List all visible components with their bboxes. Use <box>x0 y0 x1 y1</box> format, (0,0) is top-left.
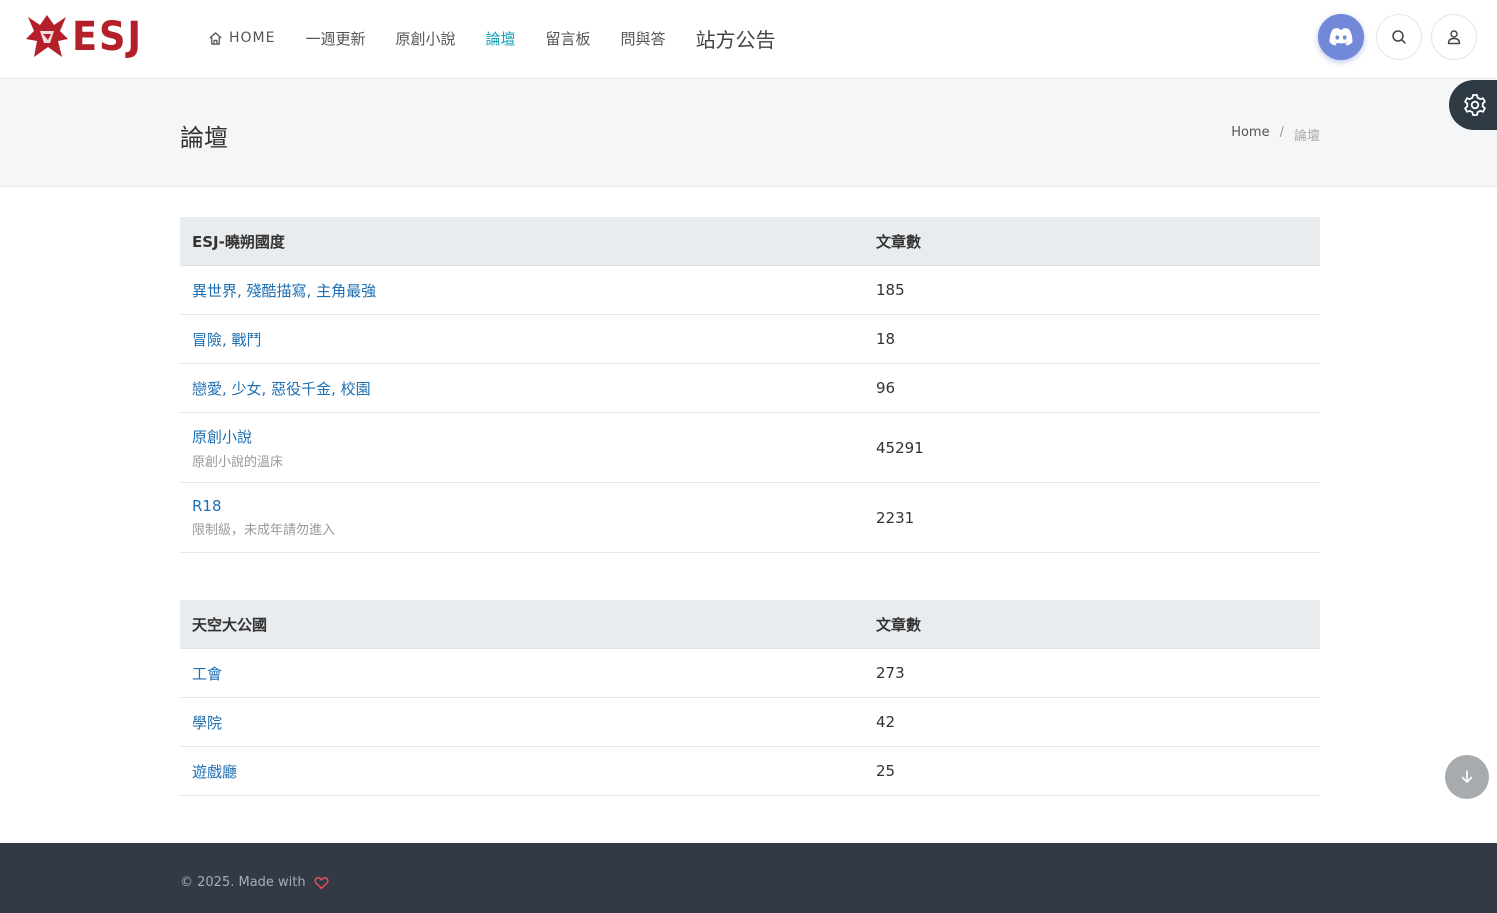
scroll-down-button[interactable] <box>1445 755 1489 799</box>
post-count: 96 <box>876 379 896 397</box>
forum-link[interactable]: 異世界, 殘酷描寫, 主角最強 <box>192 282 376 300</box>
post-count: 42 <box>876 713 896 731</box>
nav-home-label: HOME <box>229 30 276 46</box>
top-navbar: ESJ HOME 一週更新 原創小說 論壇 留言板 問與答 站方公告 <box>0 0 1497 79</box>
post-count: 2231 <box>876 508 915 527</box>
settings-toggle[interactable] <box>1449 80 1497 130</box>
footer: © 2025. Made with <box>0 843 1497 913</box>
forum-link[interactable]: 戀愛, 少女, 惡役千金, 校園 <box>192 380 371 398</box>
post-count: 25 <box>876 762 896 780</box>
heart-icon <box>314 876 329 890</box>
table-row: 學院 42 <box>180 698 1320 747</box>
user-icon <box>1447 30 1461 45</box>
forum-link[interactable]: 遊戲廳 <box>192 763 237 781</box>
forum-description: 原創小說的溫床 <box>192 454 284 470</box>
forum-link[interactable]: 冒險, 戰鬥 <box>192 331 262 349</box>
forum-link[interactable]: 學院 <box>192 714 222 732</box>
table-header: 天空大公國 文章數 <box>180 600 1320 649</box>
nav-weekly-updates[interactable]: 一週更新 <box>305 28 365 49</box>
home-icon <box>208 31 223 46</box>
forum-table-esj: ESJ-曉朔國度 文章數 異世界, 殘酷描寫, 主角最強 185 冒險, 戰鬥 … <box>180 217 1320 553</box>
table-header-count: 文章數 <box>876 615 922 634</box>
search-button[interactable] <box>1376 14 1422 60</box>
logo-emblem-icon <box>26 15 68 57</box>
arrow-down-icon <box>1461 770 1473 783</box>
table-row: 工會 273 <box>180 649 1320 698</box>
forum-link[interactable]: 工會 <box>192 665 222 683</box>
nav-original-novels[interactable]: 原創小說 <box>396 28 456 49</box>
forum-table-sky-duchy: 天空大公國 文章數 工會 273 學院 42 遊戲廳 25 <box>180 600 1320 796</box>
table-header-name: 天空大公國 <box>192 615 268 634</box>
footer-text: © 2025. Made with <box>180 875 306 890</box>
forum-link[interactable]: 原創小說 <box>192 426 864 447</box>
nav-forum[interactable]: 論壇 <box>486 28 516 49</box>
breadcrumb-current: 論壇 <box>1293 129 1320 144</box>
table-row: 戀愛, 少女, 惡役千金, 校園 96 <box>180 364 1320 413</box>
nav-qa[interactable]: 問與答 <box>621 28 666 49</box>
post-count: 18 <box>876 330 896 348</box>
discord-button[interactable] <box>1318 14 1364 60</box>
breadcrumb: Home / 論壇 <box>1231 125 1320 144</box>
post-count: 45291 <box>876 438 924 457</box>
nav-message-board[interactable]: 留言板 <box>546 28 591 49</box>
user-button[interactable] <box>1431 14 1477 60</box>
discord-icon <box>1329 28 1353 46</box>
table-header: ESJ-曉朔國度 文章數 <box>180 217 1320 266</box>
post-count: 185 <box>876 281 905 299</box>
logo-text: ESJ <box>72 14 143 60</box>
breadcrumb-separator: / <box>1279 125 1284 140</box>
table-row: 原創小說 原創小說的溫床 45291 <box>180 413 1320 483</box>
search-icon <box>1392 30 1406 44</box>
forum-link[interactable]: R18 <box>192 497 864 515</box>
table-row: R18 限制級，未成年請勿進入 2231 <box>180 483 1320 553</box>
footer-copyright: © 2025. Made with <box>180 875 329 890</box>
table-header-count: 文章數 <box>876 232 922 251</box>
table-row: 遊戲廳 25 <box>180 747 1320 796</box>
table-row: 異世界, 殘酷描寫, 主角最強 185 <box>180 266 1320 315</box>
main-nav: HOME 一週更新 原創小說 論壇 留言板 問與答 站方公告 <box>208 0 806 76</box>
nav-announcements[interactable]: 站方公告 <box>696 24 776 53</box>
page-title: 論壇 <box>180 124 228 152</box>
breadcrumb-home-link[interactable]: Home <box>1231 125 1269 144</box>
nav-home[interactable]: HOME <box>208 30 275 46</box>
forum-description: 限制級，未成年請勿進入 <box>192 523 336 538</box>
table-header-name: ESJ-曉朔國度 <box>192 232 285 251</box>
table-row: 冒險, 戰鬥 18 <box>180 315 1320 364</box>
site-logo[interactable]: ESJ <box>24 12 149 62</box>
gear-icon <box>1464 94 1486 116</box>
post-count: 273 <box>876 664 905 682</box>
